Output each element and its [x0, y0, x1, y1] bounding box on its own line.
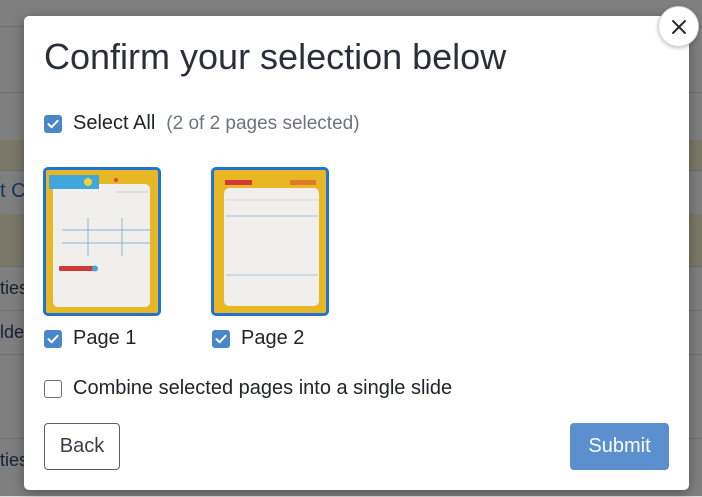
selection-count: (2 of 2 pages selected)	[166, 112, 360, 134]
combine-label[interactable]: Combine selected pages into a single sli…	[73, 377, 452, 400]
close-icon	[671, 19, 686, 34]
checkmark-icon	[215, 334, 227, 343]
page-1-thumbnail[interactable]	[43, 167, 161, 316]
selection-modal: Confirm your selection below Select All …	[24, 16, 689, 490]
page-1-label[interactable]: Page 1	[73, 327, 136, 350]
select-all-label[interactable]: Select All	[73, 112, 155, 135]
page-2-select: Page 2	[212, 327, 304, 350]
page-2-preview-graphic	[225, 180, 318, 276]
back-button[interactable]: Back	[44, 423, 120, 470]
page-2-thumbnail[interactable]	[211, 167, 329, 316]
checkmark-icon	[47, 334, 59, 343]
modal-title: Confirm your selection below	[44, 36, 507, 77]
submit-button[interactable]: Submit	[570, 423, 669, 470]
combine-row: Combine selected pages into a single sli…	[44, 377, 452, 400]
page-2-label[interactable]: Page 2	[241, 327, 304, 350]
page-2-checkbox[interactable]	[212, 329, 230, 348]
page-1-checkbox[interactable]	[44, 329, 62, 348]
page-1-select: Page 1	[44, 327, 136, 350]
select-all-checkbox[interactable]	[44, 114, 62, 133]
select-all-row: Select All (2 of 2 pages selected)	[44, 112, 360, 135]
checkmark-icon	[47, 119, 59, 128]
close-button[interactable]	[658, 6, 699, 47]
page-1-preview-graphic	[49, 175, 151, 272]
combine-checkbox[interactable]	[44, 379, 62, 398]
